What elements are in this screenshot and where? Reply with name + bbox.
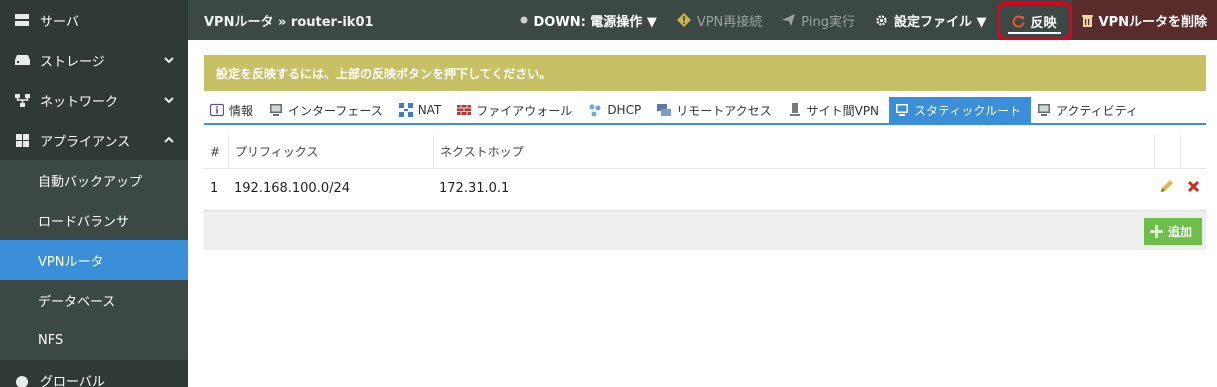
- refresh-icon: [1011, 15, 1025, 28]
- server-icon: [14, 12, 30, 28]
- sidebar-subitem-nfs[interactable]: NFS: [0, 320, 188, 360]
- sidebar-item-network[interactable]: ネットワーク: [0, 80, 188, 120]
- notice-text: 設定を反映するには、上部の反映ボタンを押下してください。: [216, 66, 552, 81]
- firewall-icon: [457, 103, 472, 117]
- power-status-label: DOWN: 電源操作 ▼: [533, 14, 657, 30]
- tab-label: スタティックルート: [914, 103, 1021, 118]
- sidebar-item-label: アプライアンス: [40, 134, 131, 150]
- remote-access-icon: [657, 103, 672, 117]
- interface-icon: [269, 103, 283, 117]
- sidebar-subitem-load-balancer[interactable]: ロードバランサ: [0, 200, 188, 240]
- tab-label: リモートアクセス: [676, 103, 772, 118]
- tab-label: アクティビティ: [1055, 103, 1138, 118]
- cell-nexthop: 172.31.0.1: [439, 180, 510, 196]
- header-prefix: プリフィックス: [228, 134, 433, 169]
- network-icon: [14, 92, 30, 108]
- info-icon: [210, 103, 224, 117]
- reflect-button[interactable]: 反映: [996, 2, 1072, 40]
- tab-remote-access[interactable]: リモートアクセス: [651, 97, 781, 123]
- chevron-up-icon: [162, 133, 176, 147]
- sidebar-subitem-label: ロードバランサ: [38, 214, 130, 230]
- sidebar-subitem-label: データベース: [38, 294, 116, 310]
- edit-button[interactable]: [1154, 178, 1180, 198]
- sidebar-item-label: ストレージ: [40, 54, 105, 70]
- warning-icon: [676, 13, 691, 27]
- top-bar: VPNルータ » router-ik01 DOWN: 電源操作 ▼ VPN再接続…: [188, 0, 1217, 40]
- sidebar-subitem-label: VPNルータ: [38, 254, 104, 270]
- tab-interface[interactable]: インターフェース: [263, 97, 393, 123]
- table-row: 1 192.168.100.0/24 172.31.0.1: [204, 169, 1206, 207]
- static-route-table: # プリフィックス ネクストホップ 1 192.168.100.0/24 172…: [204, 134, 1206, 207]
- sidebar-subitem-auto-backup[interactable]: 自動バックアップ: [0, 160, 188, 200]
- tab-bar: 情報 インターフェース NAT ファイアウォール DHCP リモートアクセス サ…: [204, 97, 1206, 125]
- add-label: 追加: [1167, 225, 1192, 239]
- header-nexthop: ネクストホップ: [433, 134, 1154, 169]
- sidebar-item-label: ネットワーク: [40, 94, 119, 110]
- delete-vpn-router-label: VPNルータを削除: [1098, 14, 1207, 30]
- site-vpn-icon: [788, 103, 802, 117]
- sidebar-item-label: サーバ: [40, 14, 79, 30]
- tab-firewall[interactable]: ファイアウォール: [451, 97, 582, 123]
- sidebar-item-label: グローバル: [40, 375, 105, 387]
- sidebar-item-storage[interactable]: ストレージ: [0, 40, 188, 80]
- tab-label: インターフェース: [288, 103, 383, 118]
- trash-icon: [1081, 14, 1093, 27]
- table-header: # プリフィックス ネクストホップ: [204, 134, 1206, 169]
- ping-label: Ping実行: [801, 14, 855, 30]
- breadcrumb: VPNルータ » router-ik01: [204, 14, 374, 30]
- sidebar-item-global[interactable]: グローバル: [0, 360, 188, 387]
- tab-label: 情報: [229, 103, 254, 118]
- sidebar-subitem-vpn-router[interactable]: VPNルータ: [0, 240, 188, 280]
- tab-label: ファイアウォール: [476, 103, 573, 118]
- table-footer: 追加: [204, 210, 1206, 250]
- appliance-icon: [14, 132, 30, 148]
- config-file-label: 設定ファイル ▼: [893, 14, 987, 30]
- header-action-delete: [1180, 134, 1206, 169]
- header-action-edit: [1154, 134, 1180, 169]
- storage-icon: [14, 52, 30, 68]
- delete-vpn-router-button[interactable]: VPNルータを削除: [1071, 0, 1217, 40]
- sidebar-item-server[interactable]: サーバ: [0, 0, 188, 40]
- sidebar: サーバ ストレージ ネットワーク アプライアンス 自動バックアップ ロードバラン…: [0, 0, 188, 387]
- reflect-label: 反映: [1030, 15, 1057, 31]
- close-icon: [1187, 180, 1200, 197]
- cell-prefix: 192.168.100.0/24: [234, 180, 351, 196]
- dhcp-icon: [588, 103, 602, 117]
- tab-info[interactable]: 情報: [204, 97, 263, 123]
- sidebar-subitem-label: 自動バックアップ: [38, 174, 143, 190]
- tab-static-route[interactable]: スタティックルート: [889, 97, 1031, 123]
- activity-icon: [1037, 103, 1051, 117]
- tab-label: NAT: [417, 103, 442, 117]
- delete-row-button[interactable]: [1180, 180, 1206, 197]
- globe-icon: [14, 374, 30, 387]
- tab-activity[interactable]: アクティビティ: [1031, 97, 1148, 123]
- sidebar-item-appliance[interactable]: アプライアンス: [0, 120, 188, 160]
- chevron-down-icon: [162, 93, 176, 107]
- chevron-down-icon: [162, 53, 176, 67]
- tab-label: サイト間VPN: [806, 103, 880, 118]
- tab-nat[interactable]: NAT: [393, 97, 452, 123]
- pencil-icon: [1159, 178, 1175, 198]
- power-status-dropdown[interactable]: DOWN: 電源操作 ▼: [510, 0, 667, 40]
- vpn-reconnect-button[interactable]: VPN再接続: [667, 0, 772, 40]
- sidebar-subitem-label: NFS: [38, 332, 64, 348]
- gear-icon: [875, 14, 888, 27]
- reflect-notice: 設定を反映するには、上部の反映ボタンを押下してください。: [204, 55, 1206, 91]
- config-file-dropdown[interactable]: 設定ファイル ▼: [865, 0, 997, 40]
- tab-label: DHCP: [607, 103, 642, 117]
- tab-site-vpn[interactable]: サイト間VPN: [782, 97, 889, 123]
- cell-num: 1: [210, 180, 219, 196]
- send-icon: [782, 14, 796, 26]
- add-button[interactable]: 追加: [1143, 218, 1202, 245]
- vpn-reconnect-label: VPN再接続: [696, 14, 763, 30]
- static-route-icon: [895, 103, 909, 117]
- ping-button[interactable]: Ping実行: [772, 0, 865, 40]
- status-dot-icon: [520, 16, 528, 24]
- header-num: #: [210, 144, 221, 159]
- plus-icon: [1149, 225, 1163, 238]
- sidebar-subitem-database[interactable]: データベース: [0, 280, 188, 320]
- nat-icon: [398, 103, 413, 117]
- tab-dhcp[interactable]: DHCP: [582, 97, 651, 123]
